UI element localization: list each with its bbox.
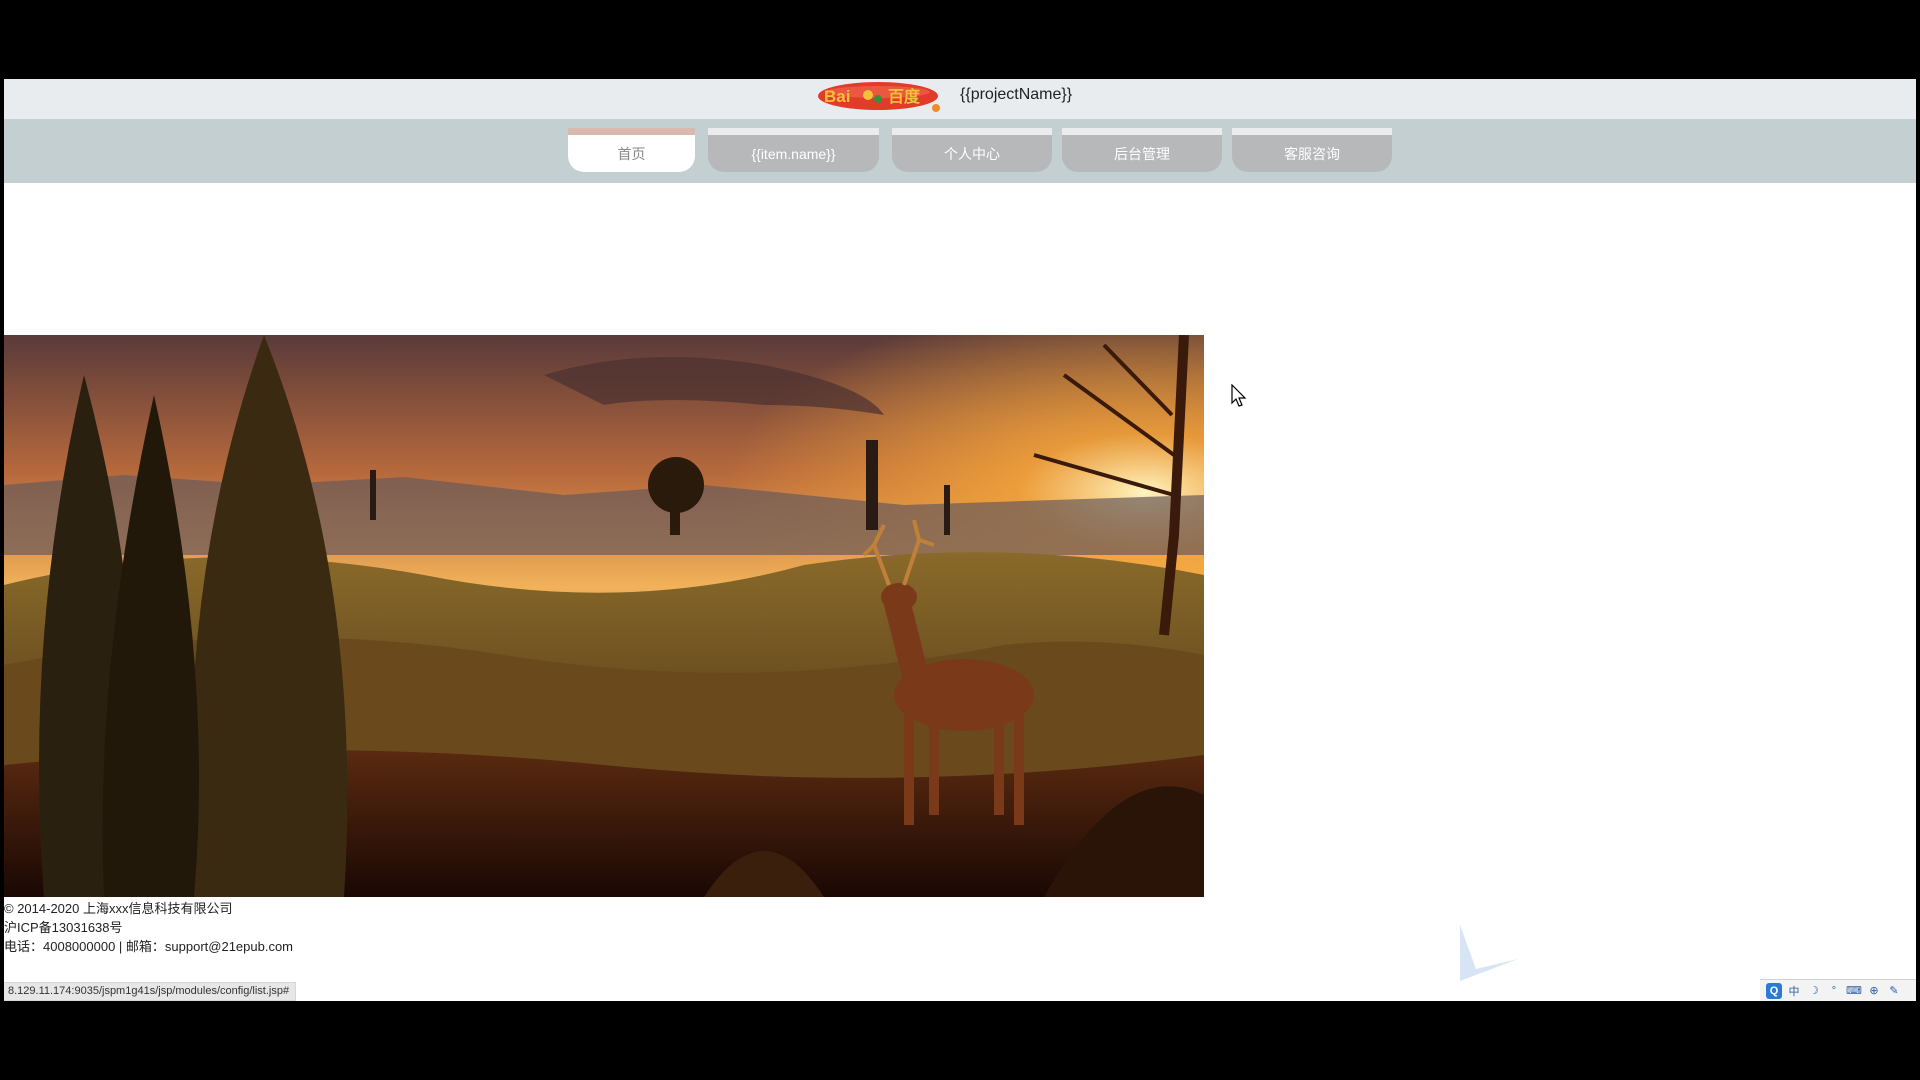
project-name: {{projectName}} — [960, 86, 1073, 103]
deer-landscape-illustration — [4, 335, 1204, 897]
nav-tab-home[interactable]: 首页 — [568, 128, 695, 172]
footer-contact: 电话：4008000000 | 邮箱：support@21epub.com — [4, 939, 294, 954]
baidu-logo[interactable]: Bai 百度 — [818, 81, 942, 113]
status-bar-url: 8.129.11.174:9035/jspm1g41s/jsp/modules/… — [4, 982, 297, 1001]
keyboard-icon[interactable]: ⌨ — [1846, 983, 1862, 999]
hero-banner-image[interactable] — [4, 335, 1204, 897]
nav-tab-personal-center[interactable]: 个人中心 — [892, 128, 1052, 172]
site-footer: © 2014-2020 上海xxx信息科技有限公司 沪ICP备13031638号… — [4, 899, 293, 956]
site-header: Bai 百度 {{projectName}} — [4, 79, 1916, 119]
system-tray: Q 中 ☽ ° ⌨ ⊕ ✎ — [1760, 979, 1916, 1001]
pen-icon[interactable]: ✎ — [1886, 983, 1902, 999]
svg-text:百度: 百度 — [888, 87, 921, 106]
ime-chinese-icon[interactable]: 中 — [1786, 983, 1802, 999]
moon-icon[interactable]: ☽ — [1806, 983, 1822, 999]
player-watermark-icon — [1460, 925, 1518, 981]
ime-q-icon[interactable]: Q — [1766, 982, 1782, 999]
nav-tab-item-name[interactable]: {{item.name}} — [708, 128, 879, 172]
footer-copyright: © 2014-2020 上海xxx信息科技有限公司 — [4, 901, 233, 916]
main-nav: 首页 {{item.name}} 个人中心 后台管理 客服咨询 — [4, 119, 1916, 183]
footer-icp[interactable]: 沪ICP备13031638号 — [4, 918, 293, 937]
settings-icon[interactable]: ⊕ — [1866, 983, 1882, 999]
browser-viewport: Bai 百度 {{projectName}} 首页 {{item.name}} … — [4, 79, 1916, 1001]
svg-text:Bai: Bai — [824, 87, 850, 106]
punctuation-icon[interactable]: ° — [1826, 983, 1842, 999]
mouse-cursor-icon — [1231, 384, 1247, 407]
nav-tab-admin[interactable]: 后台管理 — [1062, 128, 1222, 172]
nav-tab-customer-service[interactable]: 客服咨询 — [1232, 128, 1392, 172]
